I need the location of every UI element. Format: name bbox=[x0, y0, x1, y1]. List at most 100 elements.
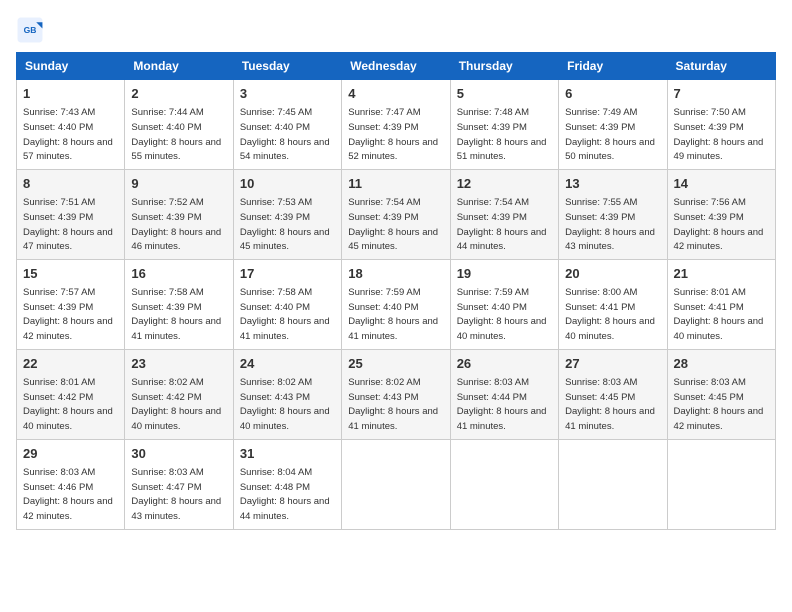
day-cell: 17 Sunrise: 7:58 AMSunset: 4:40 PMDaylig… bbox=[233, 259, 341, 349]
day-number: 21 bbox=[674, 265, 769, 283]
day-number: 12 bbox=[457, 175, 552, 193]
col-monday: Monday bbox=[125, 53, 233, 80]
day-number: 27 bbox=[565, 355, 660, 373]
day-cell: 23 Sunrise: 8:02 AMSunset: 4:42 PMDaylig… bbox=[125, 349, 233, 439]
day-number: 26 bbox=[457, 355, 552, 373]
day-info: Sunrise: 8:03 AMSunset: 4:45 PMDaylight:… bbox=[674, 377, 764, 432]
day-number: 8 bbox=[23, 175, 118, 193]
col-friday: Friday bbox=[559, 53, 667, 80]
day-number: 17 bbox=[240, 265, 335, 283]
day-cell: 11 Sunrise: 7:54 AMSunset: 4:39 PMDaylig… bbox=[342, 169, 450, 259]
day-info: Sunrise: 8:02 AMSunset: 4:43 PMDaylight:… bbox=[348, 377, 438, 432]
day-number: 20 bbox=[565, 265, 660, 283]
day-cell: 12 Sunrise: 7:54 AMSunset: 4:39 PMDaylig… bbox=[450, 169, 558, 259]
day-number: 30 bbox=[131, 445, 226, 463]
day-info: Sunrise: 8:02 AMSunset: 4:42 PMDaylight:… bbox=[131, 377, 221, 432]
day-cell: 5 Sunrise: 7:48 AMSunset: 4:39 PMDayligh… bbox=[450, 80, 558, 170]
svg-text:GB: GB bbox=[24, 25, 37, 35]
day-number: 6 bbox=[565, 85, 660, 103]
empty-cell bbox=[667, 439, 775, 529]
day-cell: 19 Sunrise: 7:59 AMSunset: 4:40 PMDaylig… bbox=[450, 259, 558, 349]
day-info: Sunrise: 7:57 AMSunset: 4:39 PMDaylight:… bbox=[23, 287, 113, 342]
calendar-week-row: 15 Sunrise: 7:57 AMSunset: 4:39 PMDaylig… bbox=[17, 259, 776, 349]
day-number: 28 bbox=[674, 355, 769, 373]
col-thursday: Thursday bbox=[450, 53, 558, 80]
day-number: 3 bbox=[240, 85, 335, 103]
empty-cell bbox=[450, 439, 558, 529]
logo-icon: GB bbox=[16, 16, 44, 44]
day-info: Sunrise: 8:01 AMSunset: 4:41 PMDaylight:… bbox=[674, 287, 764, 342]
day-info: Sunrise: 7:47 AMSunset: 4:39 PMDaylight:… bbox=[348, 107, 438, 162]
day-cell: 21 Sunrise: 8:01 AMSunset: 4:41 PMDaylig… bbox=[667, 259, 775, 349]
empty-cell bbox=[342, 439, 450, 529]
day-cell: 29 Sunrise: 8:03 AMSunset: 4:46 PMDaylig… bbox=[17, 439, 125, 529]
day-cell: 28 Sunrise: 8:03 AMSunset: 4:45 PMDaylig… bbox=[667, 349, 775, 439]
day-info: Sunrise: 8:03 AMSunset: 4:45 PMDaylight:… bbox=[565, 377, 655, 432]
calendar-week-row: 22 Sunrise: 8:01 AMSunset: 4:42 PMDaylig… bbox=[17, 349, 776, 439]
day-cell: 10 Sunrise: 7:53 AMSunset: 4:39 PMDaylig… bbox=[233, 169, 341, 259]
day-cell: 15 Sunrise: 7:57 AMSunset: 4:39 PMDaylig… bbox=[17, 259, 125, 349]
logo: GB bbox=[16, 16, 48, 44]
day-number: 13 bbox=[565, 175, 660, 193]
day-cell: 13 Sunrise: 7:55 AMSunset: 4:39 PMDaylig… bbox=[559, 169, 667, 259]
calendar-week-row: 29 Sunrise: 8:03 AMSunset: 4:46 PMDaylig… bbox=[17, 439, 776, 529]
day-info: Sunrise: 7:45 AMSunset: 4:40 PMDaylight:… bbox=[240, 107, 330, 162]
day-number: 19 bbox=[457, 265, 552, 283]
day-info: Sunrise: 8:01 AMSunset: 4:42 PMDaylight:… bbox=[23, 377, 113, 432]
day-cell: 27 Sunrise: 8:03 AMSunset: 4:45 PMDaylig… bbox=[559, 349, 667, 439]
day-info: Sunrise: 8:00 AMSunset: 4:41 PMDaylight:… bbox=[565, 287, 655, 342]
col-tuesday: Tuesday bbox=[233, 53, 341, 80]
day-number: 10 bbox=[240, 175, 335, 193]
day-info: Sunrise: 8:04 AMSunset: 4:48 PMDaylight:… bbox=[240, 467, 330, 522]
day-cell: 7 Sunrise: 7:50 AMSunset: 4:39 PMDayligh… bbox=[667, 80, 775, 170]
day-info: Sunrise: 8:03 AMSunset: 4:46 PMDaylight:… bbox=[23, 467, 113, 522]
day-number: 23 bbox=[131, 355, 226, 373]
calendar-table: Sunday Monday Tuesday Wednesday Thursday… bbox=[16, 52, 776, 530]
day-info: Sunrise: 7:58 AMSunset: 4:39 PMDaylight:… bbox=[131, 287, 221, 342]
day-cell: 24 Sunrise: 8:02 AMSunset: 4:43 PMDaylig… bbox=[233, 349, 341, 439]
day-cell: 8 Sunrise: 7:51 AMSunset: 4:39 PMDayligh… bbox=[17, 169, 125, 259]
col-sunday: Sunday bbox=[17, 53, 125, 80]
day-info: Sunrise: 7:59 AMSunset: 4:40 PMDaylight:… bbox=[348, 287, 438, 342]
day-info: Sunrise: 7:44 AMSunset: 4:40 PMDaylight:… bbox=[131, 107, 221, 162]
day-cell: 16 Sunrise: 7:58 AMSunset: 4:39 PMDaylig… bbox=[125, 259, 233, 349]
day-number: 1 bbox=[23, 85, 118, 103]
calendar-week-row: 1 Sunrise: 7:43 AMSunset: 4:40 PMDayligh… bbox=[17, 80, 776, 170]
day-number: 7 bbox=[674, 85, 769, 103]
day-info: Sunrise: 7:58 AMSunset: 4:40 PMDaylight:… bbox=[240, 287, 330, 342]
day-cell: 18 Sunrise: 7:59 AMSunset: 4:40 PMDaylig… bbox=[342, 259, 450, 349]
calendar-week-row: 8 Sunrise: 7:51 AMSunset: 4:39 PMDayligh… bbox=[17, 169, 776, 259]
day-info: Sunrise: 8:03 AMSunset: 4:44 PMDaylight:… bbox=[457, 377, 547, 432]
day-info: Sunrise: 7:59 AMSunset: 4:40 PMDaylight:… bbox=[457, 287, 547, 342]
day-info: Sunrise: 7:49 AMSunset: 4:39 PMDaylight:… bbox=[565, 107, 655, 162]
day-cell: 2 Sunrise: 7:44 AMSunset: 4:40 PMDayligh… bbox=[125, 80, 233, 170]
day-number: 22 bbox=[23, 355, 118, 373]
day-number: 15 bbox=[23, 265, 118, 283]
day-cell: 3 Sunrise: 7:45 AMSunset: 4:40 PMDayligh… bbox=[233, 80, 341, 170]
day-cell: 25 Sunrise: 8:02 AMSunset: 4:43 PMDaylig… bbox=[342, 349, 450, 439]
day-cell: 30 Sunrise: 8:03 AMSunset: 4:47 PMDaylig… bbox=[125, 439, 233, 529]
day-number: 16 bbox=[131, 265, 226, 283]
day-number: 2 bbox=[131, 85, 226, 103]
day-cell: 22 Sunrise: 8:01 AMSunset: 4:42 PMDaylig… bbox=[17, 349, 125, 439]
day-number: 29 bbox=[23, 445, 118, 463]
day-number: 9 bbox=[131, 175, 226, 193]
day-info: Sunrise: 8:03 AMSunset: 4:47 PMDaylight:… bbox=[131, 467, 221, 522]
day-info: Sunrise: 7:52 AMSunset: 4:39 PMDaylight:… bbox=[131, 197, 221, 252]
day-info: Sunrise: 7:56 AMSunset: 4:39 PMDaylight:… bbox=[674, 197, 764, 252]
day-info: Sunrise: 7:43 AMSunset: 4:40 PMDaylight:… bbox=[23, 107, 113, 162]
col-saturday: Saturday bbox=[667, 53, 775, 80]
day-number: 18 bbox=[348, 265, 443, 283]
day-cell: 9 Sunrise: 7:52 AMSunset: 4:39 PMDayligh… bbox=[125, 169, 233, 259]
day-info: Sunrise: 7:48 AMSunset: 4:39 PMDaylight:… bbox=[457, 107, 547, 162]
day-info: Sunrise: 7:54 AMSunset: 4:39 PMDaylight:… bbox=[457, 197, 547, 252]
day-number: 4 bbox=[348, 85, 443, 103]
day-cell: 20 Sunrise: 8:00 AMSunset: 4:41 PMDaylig… bbox=[559, 259, 667, 349]
day-number: 31 bbox=[240, 445, 335, 463]
day-info: Sunrise: 7:55 AMSunset: 4:39 PMDaylight:… bbox=[565, 197, 655, 252]
day-info: Sunrise: 7:50 AMSunset: 4:39 PMDaylight:… bbox=[674, 107, 764, 162]
day-cell: 6 Sunrise: 7:49 AMSunset: 4:39 PMDayligh… bbox=[559, 80, 667, 170]
day-info: Sunrise: 7:54 AMSunset: 4:39 PMDaylight:… bbox=[348, 197, 438, 252]
day-cell: 1 Sunrise: 7:43 AMSunset: 4:40 PMDayligh… bbox=[17, 80, 125, 170]
empty-cell bbox=[559, 439, 667, 529]
